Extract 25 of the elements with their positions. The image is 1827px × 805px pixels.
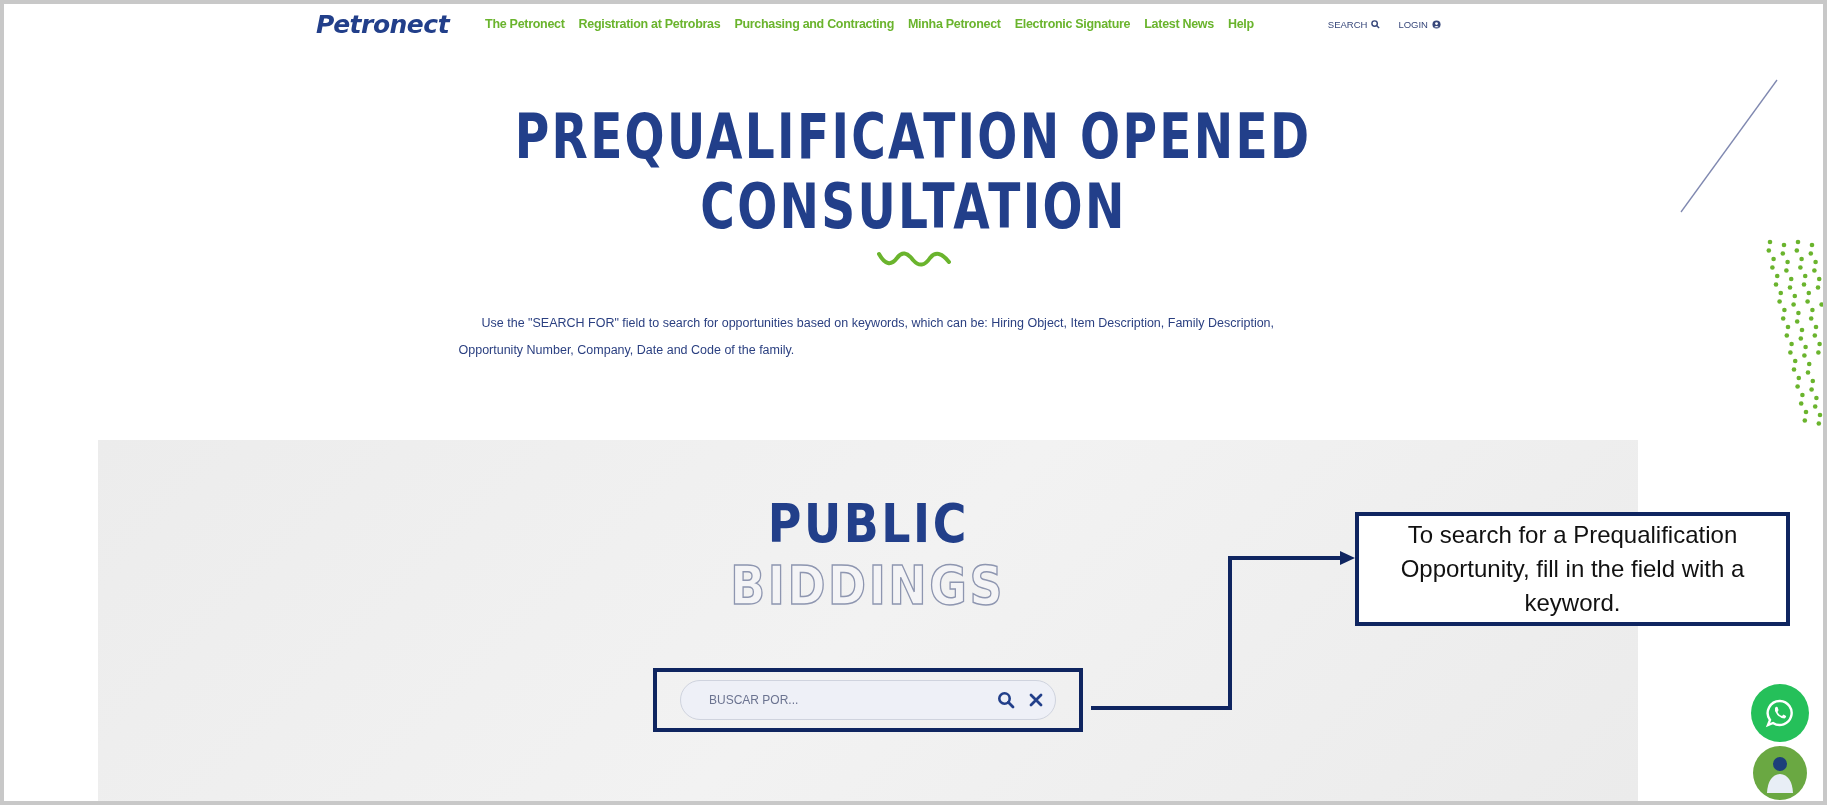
instructions-paragraph: Use the "SEARCH FOR" field to search for opportunities based on keywords, which can be: Hiring Object, Item Description, Family Description, Opportunity Number, Company, Date and Code of the family. (458, 315, 1276, 359)
section-title: PUBLIC (767, 494, 969, 554)
nav-link[interactable]: Help (1227, 17, 1254, 31)
nav-link[interactable]: Registration at Petrobras (578, 17, 721, 31)
page-title: CONSULTATION (700, 172, 1127, 242)
chat-phone-icon (1765, 698, 1795, 728)
nav-link[interactable]: Minha Petronect (907, 17, 1001, 31)
nav-link[interactable]: Electronic Signature (1014, 17, 1131, 31)
nav-link[interactable]: The Petronect (485, 17, 565, 31)
nav-link[interactable]: Purchasing and Contracting (734, 17, 894, 31)
user-icon (1432, 19, 1441, 29)
search-icon[interactable] (995, 689, 1017, 711)
annotation-callout: To search for a Prequalification Opportunity, fill in the field with a keyword. (1355, 512, 1790, 626)
wave-icon (875, 248, 952, 270)
close-icon[interactable] (1027, 691, 1045, 709)
nav-link[interactable]: Latest News (1144, 17, 1214, 31)
page-title: PREQUALIFICATION OPENED (515, 102, 1312, 172)
search-link[interactable]: SEARCH (1327, 18, 1381, 30)
login-link[interactable]: LOGIN (1398, 18, 1441, 30)
assistant-avatar-button[interactable] (1753, 746, 1807, 800)
section-subtitle: BIDDINGS (730, 554, 1006, 618)
search-field[interactable]: BUSCAR POR... (680, 680, 1056, 720)
search-input[interactable]: BUSCAR POR... (707, 692, 985, 708)
search-icon (1371, 19, 1381, 29)
petronect-logo[interactable]: Petronect (316, 9, 450, 39)
